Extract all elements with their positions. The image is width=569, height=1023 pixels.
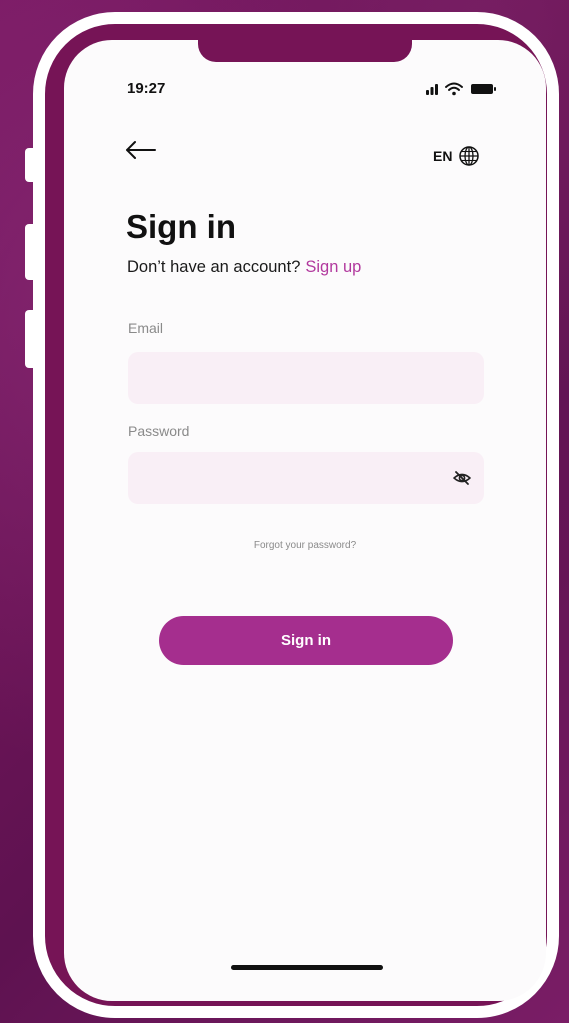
forgot-password-link[interactable]: Forgot your password? [64, 540, 546, 551]
page-title: Sign in [126, 208, 236, 245]
signup-link[interactable]: Sign up [305, 258, 361, 276]
battery-icon [471, 84, 496, 94]
email-label: Email [128, 320, 164, 336]
eye-off-icon[interactable] [452, 468, 472, 488]
globe-icon [459, 146, 480, 166]
home-indicator [231, 965, 383, 970]
sign-in-button[interactable]: Sign in [159, 616, 453, 665]
signup-prompt: Don’t have an account? Sign up [127, 258, 361, 277]
arrow-left-icon[interactable] [124, 138, 158, 162]
language-code: EN [433, 148, 453, 164]
phone-screen: 19:27 EN Sign in Don’t have an account? … [64, 40, 546, 1001]
password-field[interactable] [128, 452, 484, 504]
wifi-icon [445, 82, 463, 96]
phone-notch [198, 30, 412, 62]
password-label: Password [128, 423, 190, 439]
no-account-text: Don’t have an account? [127, 258, 301, 276]
email-field[interactable] [128, 352, 484, 404]
status-time: 19:27 [127, 80, 166, 97]
status-icons [426, 82, 496, 96]
language-selector[interactable]: EN [433, 144, 480, 168]
signal-icon [426, 84, 438, 95]
